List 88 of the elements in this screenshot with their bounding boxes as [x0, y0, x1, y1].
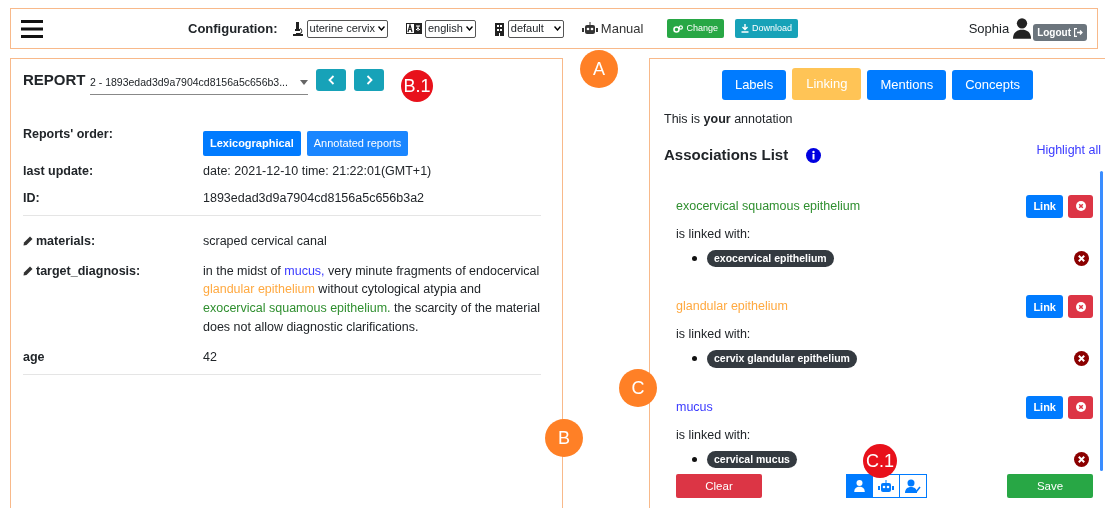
pencil-icon: [23, 265, 33, 276]
field-value: 42: [203, 348, 218, 366]
delete-button[interactable]: [1068, 395, 1093, 419]
user-check-icon: [905, 479, 921, 494]
caret-icon: [553, 26, 561, 31]
logout-icon: [1074, 28, 1083, 37]
field-label: age: [23, 348, 45, 366]
order-label: Reports' order:: [23, 125, 114, 143]
robot-icon: [878, 479, 894, 493]
order-button[interactable]: Lexicographical: [203, 130, 301, 156]
menu-icon[interactable]: [21, 19, 43, 38]
select-field[interactable]: uterine cervix: [306, 19, 388, 38]
concept-tag: cervix glandular epithelium: [707, 350, 857, 368]
save-button[interactable]: Save: [1007, 474, 1093, 499]
mode-label: Manual: [600, 19, 644, 38]
highlight-all-link[interactable]: Highlight all: [1036, 141, 1101, 160]
concept-tag: exocervical epithelium: [707, 249, 834, 268]
field-value: scraped cervical canal: [203, 232, 328, 250]
list-title: Associations List: [664, 145, 789, 166]
building-icon: [493, 21, 505, 36]
field-label: materials:: [36, 232, 96, 250]
report-select[interactable]: 2 - 1893edad3d9a7904cd8156a5c656b3...: [90, 73, 308, 95]
callout-marker: B.1: [401, 70, 433, 102]
linked-label: is linked with:: [676, 225, 752, 243]
microscope-icon: [291, 21, 304, 36]
logout-button[interactable]: Logout: [1033, 24, 1087, 41]
chevron-left-icon: [327, 75, 335, 85]
remove-icon[interactable]: [1074, 351, 1089, 367]
scrollbar[interactable]: [1100, 171, 1103, 471]
linked-label: is linked with:: [676, 426, 752, 444]
delete-button[interactable]: [1068, 194, 1093, 218]
delete-button[interactable]: [1068, 295, 1093, 319]
user-icon: [854, 480, 865, 493]
callout-marker: C: [619, 369, 657, 407]
mention-text: glandular epithelium: [676, 298, 788, 316]
field-label: ID:: [23, 189, 41, 207]
report-title: REPORT: [23, 70, 87, 90]
language-icon: [405, 23, 422, 34]
close-icon: [1075, 201, 1086, 212]
field-label: last update:: [23, 162, 95, 180]
user-icon: [1013, 18, 1032, 39]
annotation-note: This is your annotation: [664, 110, 794, 128]
bullet-icon: [692, 255, 697, 261]
callout-marker: C.1: [863, 444, 897, 478]
field-value: date: 2021-12-10 time: 21:22:01(GMT+1): [203, 162, 433, 180]
mention-text: mucus: [676, 398, 713, 416]
mention-text: exocervical squamous epithelium: [676, 197, 861, 215]
field-value: 1893edad3d9a7904cd8156a5c656b3a2: [203, 189, 426, 207]
field-label: target_diagnosis:: [36, 262, 141, 280]
callout-marker: B: [545, 419, 583, 457]
select-field[interactable]: english: [424, 19, 476, 38]
link-button[interactable]: Link: [1026, 194, 1063, 218]
pencil-icon: [23, 235, 33, 246]
select-field[interactable]: default: [507, 19, 564, 38]
download-button[interactable]: Download: [735, 19, 799, 38]
link-button[interactable]: Link: [1026, 295, 1063, 319]
caret-icon: [377, 26, 385, 31]
mode-button[interactable]: [900, 474, 927, 499]
tab[interactable]: Labels: [721, 70, 787, 100]
tab[interactable]: Mentions: [867, 70, 947, 100]
tab[interactable]: Concepts: [952, 70, 1034, 100]
bullet-icon: [692, 456, 697, 462]
caret-icon: [465, 26, 473, 31]
previous-button[interactable]: [316, 69, 346, 91]
caret-icon: [300, 80, 308, 86]
config-label: Configuration:: [188, 19, 278, 38]
chevron-right-icon: [365, 75, 373, 85]
info-icon[interactable]: [806, 148, 822, 163]
linked-label: is linked with:: [676, 326, 752, 344]
robot-icon: [581, 22, 598, 35]
order-button[interactable]: Annotated reports: [306, 130, 409, 156]
gears-icon: [673, 24, 684, 33]
link-button[interactable]: Link: [1026, 395, 1063, 419]
next-button[interactable]: [354, 69, 384, 91]
callout-marker: A: [580, 50, 618, 88]
close-icon: [1075, 301, 1086, 312]
remove-icon[interactable]: [1074, 451, 1089, 467]
mode-button[interactable]: [873, 474, 900, 499]
clear-button[interactable]: Clear: [676, 474, 762, 499]
field-value: in the midst of mucus, very minute fragments of endocervical glandular epithelium without cytological atypia and exocervical squamous epithelium. the scarcity of the material does not allow diagnostic clarifications.: [203, 262, 541, 336]
change-button[interactable]: Change: [667, 19, 724, 38]
close-icon: [1075, 402, 1086, 413]
download-icon: [741, 24, 749, 33]
concept-tag: cervical mucus: [707, 450, 797, 469]
mode-button[interactable]: [846, 474, 873, 499]
remove-icon[interactable]: [1074, 250, 1089, 266]
user-name: Sophia: [968, 19, 1010, 38]
bullet-icon: [692, 356, 697, 362]
